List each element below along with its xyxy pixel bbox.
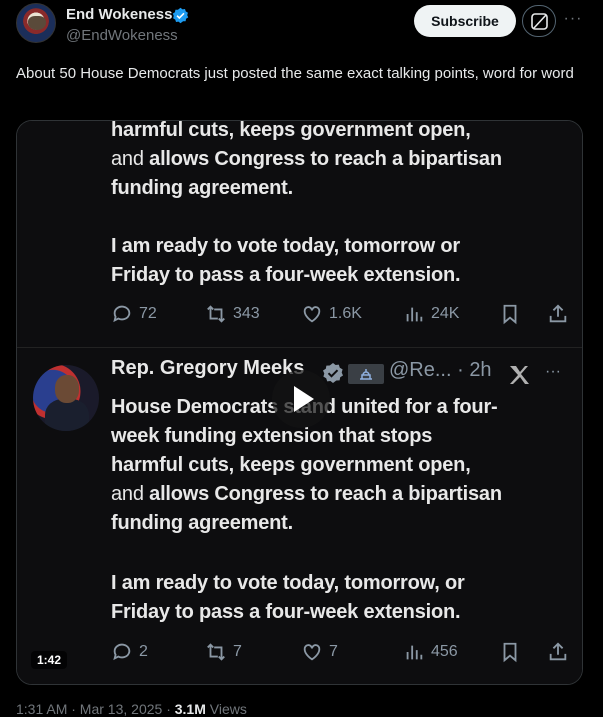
eagle-emblem-icon [28,16,46,30]
capitol-badge-icon [348,364,384,384]
share-icon [549,304,567,323]
video-upper-line: harmful cuts, keeps government open, [111,120,471,141]
timestamp[interactable]: 1:31 AM · Mar 13, 2025 · [16,701,175,717]
like-count: 7 [301,637,338,667]
tweet-header: End Wokeness @EndWokeness Subscribe ··· [0,0,603,52]
video-divider [17,347,582,348]
views-icon [406,645,423,660]
tweet-body: About 50 House Democrats just posted the… [16,65,574,82]
video-upper-line: I am ready to vote today, tomorrow or [111,235,460,257]
gray-verified-icon [323,363,343,383]
bookmark-icon [503,642,517,663]
heart-icon [303,644,321,661]
video-lower-line: House Democrats stand united for a four- [111,396,498,418]
repost-count: 7 [205,637,242,667]
repost-count: 343 [205,299,260,329]
video-lower-line: I am ready to vote today, tomorrow, or [111,572,465,594]
author-handle[interactable]: @EndWokeness [66,27,178,44]
tweet-meta: 1:31 AM · Mar 13, 2025 · 3.1M Views [16,701,247,717]
grok-icon[interactable] [522,5,556,37]
reply-icon [113,643,131,661]
video-more-icon: ··· [545,363,561,380]
play-button-icon[interactable] [272,370,330,428]
embedded-video[interactable]: harmful cuts, keeps government open, and… [16,120,583,685]
reply-count: 2 [111,637,148,667]
video-upper-line: Friday to pass a four-week extension. [111,264,461,286]
speaker-meta: @Re... · 2h [389,359,492,381]
video-upper-line: and allows Congress to reach a bipartisa… [111,148,502,170]
heart-icon [303,306,321,323]
video-lower-line: Friday to pass a four-week extension. [111,601,461,623]
author-avatar[interactable] [16,3,56,43]
video-lower-line: and allows Congress to reach a bipartisa… [111,483,502,505]
speaker-avatar [33,365,99,431]
views-label: Views [205,701,247,717]
video-lower-line: week funding extension that stops [111,425,433,447]
subscribe-button[interactable]: Subscribe [414,5,516,37]
more-icon[interactable]: ··· [562,8,584,30]
share-icon [549,642,567,661]
verified-badge-icon [172,7,189,24]
repost-icon [207,305,225,323]
video-lower-line: harmful cuts, keeps government open, [111,454,471,476]
reply-icon [113,305,131,323]
video-upper-line: funding agreement. [111,177,293,199]
video-duration: 1:42 [31,651,68,669]
views-count: 3.1M [174,701,206,717]
bookmark-icon [503,304,517,325]
author-display-name[interactable]: End Wokeness [66,6,172,23]
view-count: 456 [403,637,458,667]
video-lower-actions: 2 7 7 456 [111,637,571,667]
speaker-name: Rep. Gregory Meeks [111,357,305,379]
reply-count: 72 [111,299,157,329]
video-lower-line: funding agreement. [111,512,293,534]
view-count: 24K [403,299,459,329]
repost-icon [207,643,225,661]
like-count: 1.6K [301,299,362,329]
grok-x-icon [510,366,529,384]
video-upper-actions: 72 343 1.6K 24K [111,299,571,329]
views-icon [406,307,423,322]
